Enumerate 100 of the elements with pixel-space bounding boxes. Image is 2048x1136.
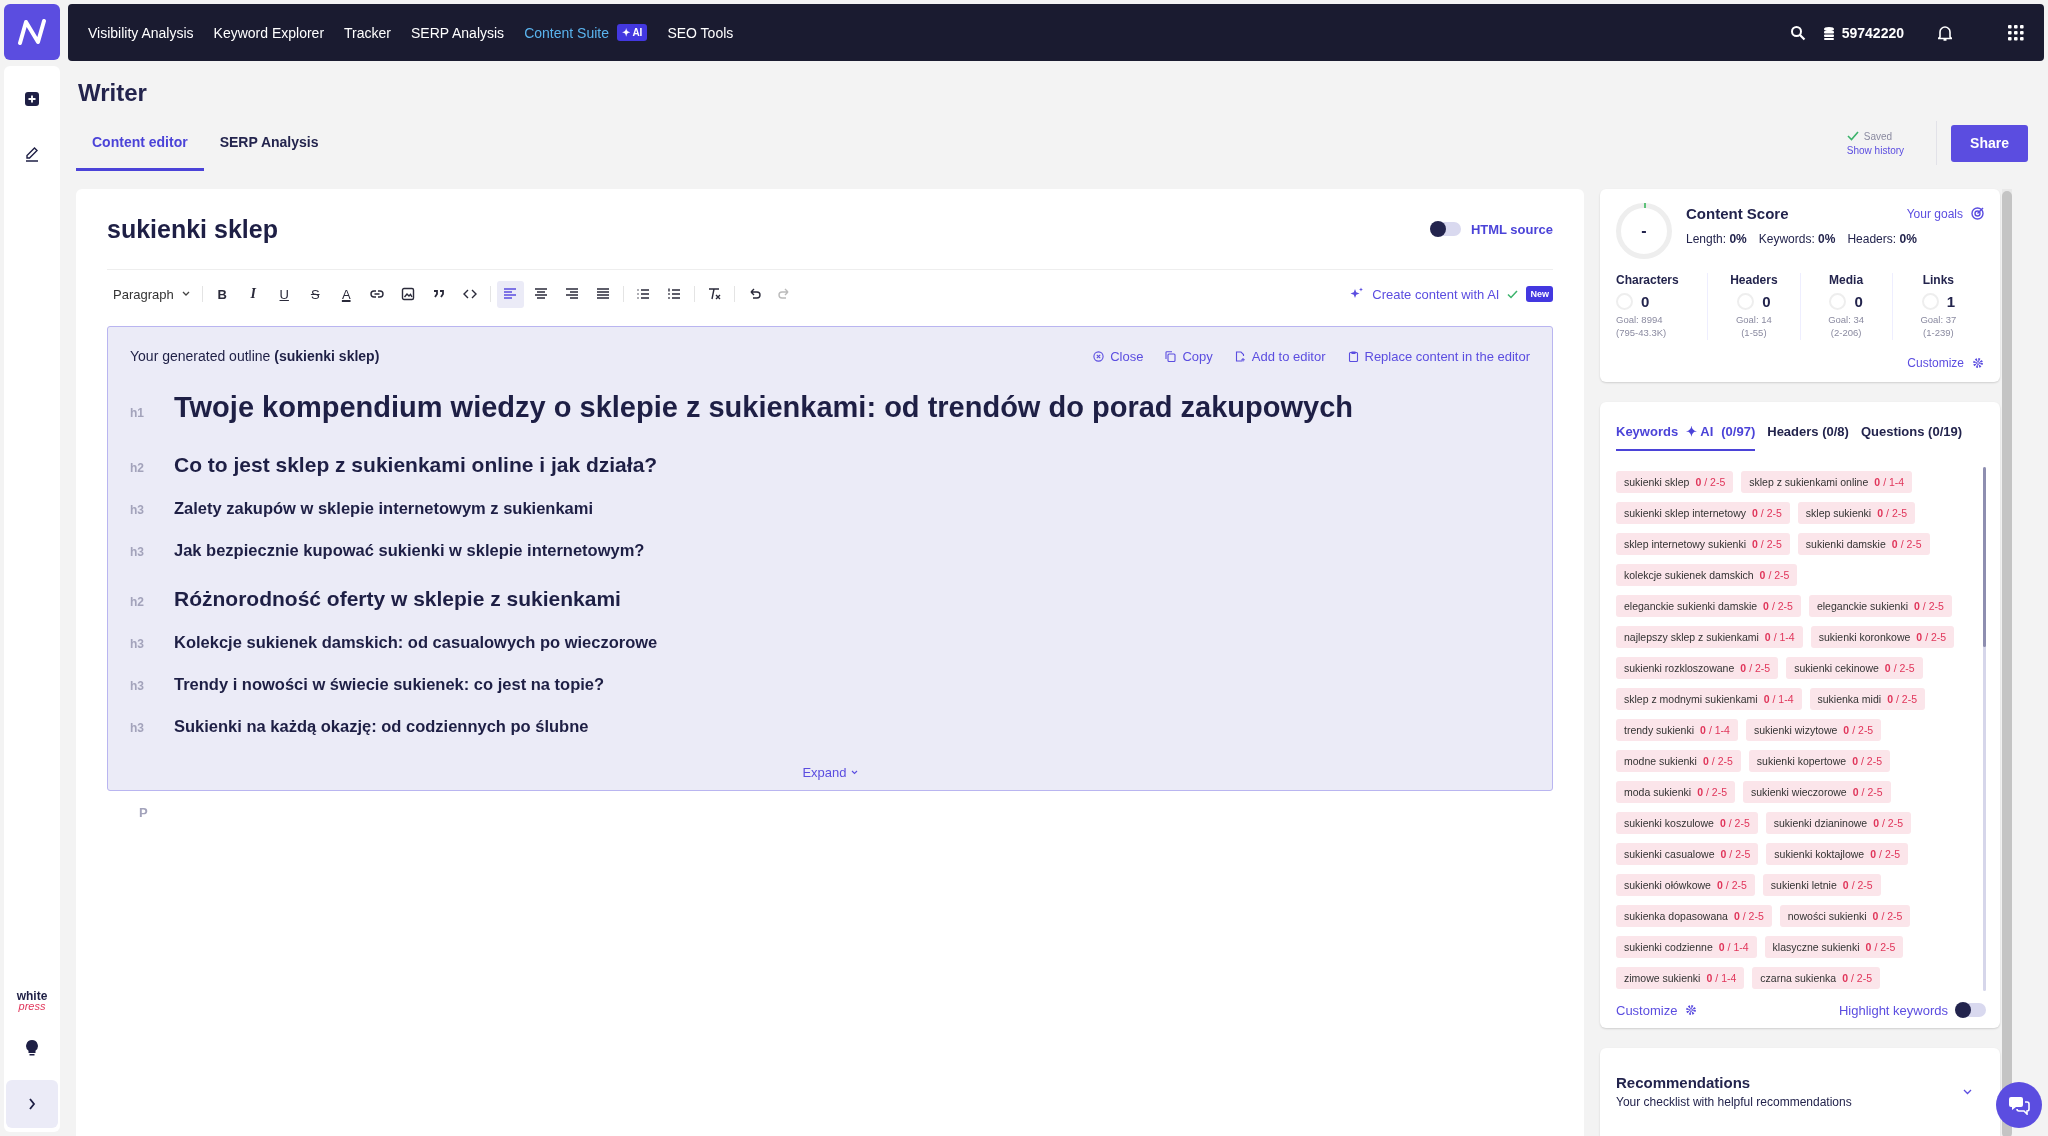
color-button[interactable]: A	[332, 280, 360, 308]
outline-heading: Zalety zakupów w sklepie internetowym z sukienkami	[174, 499, 594, 518]
tab[interactable]: Questions (0/19)	[1860, 413, 1963, 451]
keyword-tag[interactable]: nowości sukienki 0 / 2-5	[1779, 904, 1911, 927]
keyword-tag[interactable]: sukienki koszulowe 0 / 2-5	[1616, 811, 1758, 834]
stat-range: (1-239)	[1923, 326, 1954, 340]
keyword-tag[interactable]: eleganckie sukienki damskie 0 / 2-5	[1616, 594, 1801, 617]
keyword-tag[interactable]: sukienka dopasowana 0 / 2-5	[1616, 904, 1772, 927]
coins-icon	[1821, 25, 1836, 40]
paragraph-style-dropdown[interactable]: Paragraph	[107, 286, 196, 302]
keyword-tag[interactable]: moda sukienki 0 / 2-5	[1616, 780, 1735, 803]
nav-link[interactable]: Visibility Analysis	[88, 24, 194, 41]
card-title: Recommendations	[1616, 1074, 1752, 1092]
outline-heading: Twoje kompendium wiedzy o sklepie z sukienkami: od trendów do porad zakupowych	[174, 391, 1353, 424]
highlight-keywords-toggle[interactable]	[1956, 1003, 1986, 1018]
toggle-label: Highlight keywords	[1838, 1002, 1948, 1018]
settings-icon[interactable]	[1685, 1004, 1698, 1017]
justify-icon	[596, 287, 611, 301]
html-source-toggle[interactable]	[1430, 222, 1461, 236]
keyword-tag[interactable]: modne sukienki 0 / 2-5	[1616, 749, 1741, 772]
keyword-tag[interactable]: trendy sukienki 0 / 1-4	[1616, 718, 1738, 741]
show-history-link[interactable]: Show history	[1846, 144, 1905, 156]
numbers-icon	[667, 287, 682, 301]
document-title[interactable]: sukienki sklep	[107, 214, 278, 244]
settings-icon[interactable]	[1972, 356, 1984, 369]
credits-count: 59742220	[1841, 24, 1904, 41]
logo-icon[interactable]	[4, 4, 60, 60]
expand-button[interactable]: Expand	[802, 765, 858, 780]
nav-link[interactable]: SERP Analysis	[411, 24, 505, 41]
keyword-tag[interactable]: sklep z sukienkami online 0 / 1-4	[1741, 470, 1913, 493]
tab[interactable]: Content editor	[76, 115, 204, 171]
bell-icon[interactable]	[1938, 24, 1952, 41]
keyword-tag[interactable]: sukienki koktajlowe 0 / 2-5	[1766, 842, 1909, 865]
strike-button[interactable]: S	[301, 280, 329, 308]
link-icon	[370, 287, 385, 301]
scrollbar[interactable]	[2002, 189, 2012, 1136]
keyword-tag[interactable]: sukienka midi 0 / 2-5	[1809, 687, 1925, 710]
keyword-tag[interactable]: sukienki letnie 0 / 2-5	[1762, 873, 1881, 896]
outline-title: Your generated outline (sukienki sklep)	[130, 348, 380, 364]
heading-level-label: h3	[130, 679, 145, 693]
keyword-tag[interactable]: sukienki damskie 0 / 2-5	[1797, 532, 1930, 555]
lightbulb-icon[interactable]	[26, 1040, 38, 1056]
nav-link[interactable]: SEO Tools	[667, 24, 734, 41]
replace-outline-button[interactable]: Replace content in the editor	[1347, 348, 1530, 364]
scrollbar[interactable]	[1983, 466, 1986, 991]
plus-square-icon[interactable]	[25, 92, 39, 106]
chat-button[interactable]	[1996, 1082, 2042, 1128]
outline-heading: Różnorodność oferty w sklepie z sukienkami	[174, 587, 621, 611]
keyword-tag[interactable]: czarna sukienka 0 / 2-5	[1752, 966, 1881, 989]
nav-link[interactable]: Keyword Explorer	[213, 24, 325, 41]
keyword-tag[interactable]: sukienki ołówkowe 0 / 2-5	[1616, 873, 1755, 896]
keyword-tag[interactable]: sukienki casualowe 0 / 2-5	[1616, 842, 1759, 865]
apps-grid-icon[interactable]	[2008, 24, 2024, 41]
underline-button[interactable]: U	[270, 280, 298, 308]
keyword-tag[interactable]: sukienki kopertowe 0 / 2-5	[1748, 749, 1890, 772]
keyword-tag[interactable]: zimowe sukienki 0 / 1-4	[1616, 966, 1745, 989]
copy-outline-button[interactable]: Copy	[1165, 348, 1213, 364]
align-right-icon	[565, 287, 580, 301]
nav-link[interactable]: Content Suite ✦ AI	[524, 24, 648, 41]
tab[interactable]: Keywords ✦ AI (0/97)	[1616, 413, 1756, 451]
keyword-tag[interactable]: najlepszy sklep z sukienkami 0 / 1-4	[1616, 625, 1803, 648]
add-outline-button[interactable]: Add to editor	[1234, 348, 1326, 364]
saved-status: Saved	[1863, 130, 1893, 142]
your-goals-link[interactable]: Your goals	[1906, 206, 1963, 221]
keyword-tag[interactable]: sukienki wizytowe 0 / 2-5	[1745, 718, 1882, 741]
pen-icon[interactable]	[24, 146, 40, 162]
keyword-tag[interactable]: sukienki sklep 0 / 2-5	[1616, 470, 1734, 493]
stat-range: (2-206)	[1830, 326, 1862, 340]
card-title: Content Score	[1686, 205, 1789, 222]
keyword-tag[interactable]: klasyczne sukienki 0 / 2-5	[1764, 935, 1904, 958]
keyword-tag[interactable]: sukienki rozkloszowane 0 / 2-5	[1616, 656, 1779, 679]
tab[interactable]: Headers (0/8)	[1767, 413, 1849, 451]
customize-link[interactable]: Customize	[1616, 1002, 1678, 1018]
stat-label: Headers	[1730, 273, 1778, 287]
keyword-tag[interactable]: sklep internetowy sukienki 0 / 2-5	[1616, 532, 1790, 555]
keyword-tag[interactable]: sukienki sklep internetowy 0 / 2-5	[1616, 501, 1790, 524]
nav-link[interactable]: Tracker	[344, 24, 391, 41]
keyword-tag[interactable]: sukienki codzienne 0 / 1-4	[1616, 935, 1757, 958]
tab[interactable]: SERP Analysis	[203, 115, 335, 171]
create-content-with-ai-button[interactable]: Create content with AI	[1350, 286, 1519, 302]
align-left-button[interactable]	[496, 280, 524, 308]
heading-level-label: h2	[130, 595, 145, 609]
italic-button[interactable]: I	[239, 280, 267, 308]
keyword-tag[interactable]: sukienki koronkowe 0 / 2-5	[1810, 625, 1955, 648]
keyword-tag[interactable]: sklep sukienki 0 / 2-5	[1797, 501, 1916, 524]
bold-button[interactable]: B	[208, 280, 236, 308]
keyword-tag[interactable]: kolekcje sukienek damskich 0 / 2-5	[1616, 563, 1798, 586]
target-icon[interactable]	[1971, 207, 1984, 220]
share-button[interactable]: Share	[1951, 124, 2028, 162]
customize-link[interactable]: Customize	[1907, 355, 1964, 370]
keyword-tag[interactable]: eleganckie sukienki 0 / 2-5	[1808, 594, 1952, 617]
close-outline-button[interactable]: Close	[1093, 348, 1144, 364]
keyword-tag[interactable]: sukienki cekinowe 0 / 2-5	[1786, 656, 1923, 679]
stat-goal: Goal: 14	[1735, 314, 1772, 327]
keyword-tag[interactable]: sukienki wieczorowe 0 / 2-5	[1743, 780, 1891, 803]
keyword-tag[interactable]: sklep z modnymi sukienkami 0 / 1-4	[1616, 687, 1802, 710]
keyword-tag[interactable]: sukienki dzianinowe 0 / 2-5	[1765, 811, 1911, 834]
search-icon[interactable]	[1789, 24, 1806, 41]
page-title: Writer	[78, 79, 148, 107]
chevron-down-icon[interactable]	[1963, 1088, 1972, 1095]
